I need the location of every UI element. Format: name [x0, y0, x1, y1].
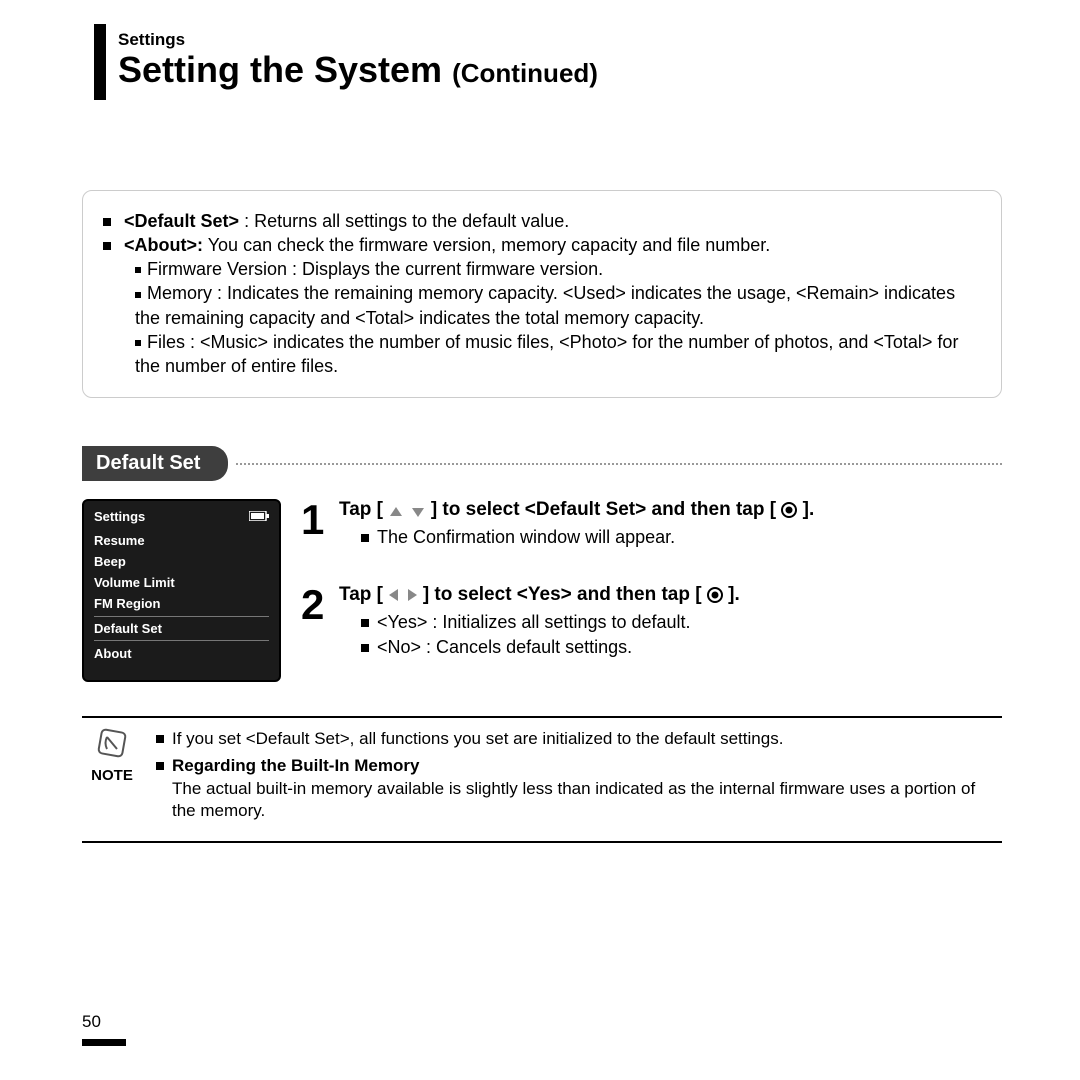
select-icon [781, 502, 797, 518]
step-2-yes: <Yes> : Initializes all settings to defa… [361, 612, 1002, 633]
menu-item-default-set: Default Set [94, 616, 269, 641]
battery-icon [249, 511, 269, 521]
title-main: Setting the System [118, 49, 442, 90]
note-line-2: Regarding the Built-In Memory The actual… [156, 755, 1002, 824]
page-number: 50 [82, 1012, 101, 1032]
device-title: Settings [94, 509, 145, 524]
page-title: Setting the System (Continued) [118, 50, 1002, 90]
select-icon [707, 587, 723, 603]
menu-item-fm-region: FM Region [94, 593, 269, 614]
bullet-icon [103, 218, 111, 226]
note-line-1: If you set <Default Set>, all functions … [156, 728, 1002, 751]
menu-item-about: About [94, 643, 269, 664]
bullet-icon [361, 534, 369, 542]
menu-item-beep: Beep [94, 551, 269, 572]
menu-item-resume: Resume [94, 530, 269, 551]
bullet-icon [156, 762, 164, 770]
title-continued: (Continued) [452, 58, 598, 88]
device-screen: Settings Resume Beep Volume Limit FM Reg… [82, 499, 281, 682]
info-sub-firmware: Firmware Version : Displays the current … [131, 257, 981, 281]
right-icon [406, 587, 418, 603]
step-2: 2 Tap [ ] to select <Yes> and then tap [… [301, 584, 1002, 658]
info-about: <About>: You can check the firmware vers… [103, 233, 981, 257]
steps: 1 Tap [ ] to select <Default Set> and th… [301, 499, 1002, 694]
left-icon [388, 587, 400, 603]
section-divider-dots [236, 462, 1002, 465]
bullet-icon [103, 242, 111, 250]
down-icon [410, 506, 426, 518]
bullet-icon [361, 644, 369, 652]
step-1-sub: The Confirmation window will appear. [361, 527, 1002, 548]
page-content: Settings Setting the System (Continued) … [82, 30, 1002, 843]
step-1: 1 Tap [ ] to select <Default Set> and th… [301, 499, 1002, 548]
section-heading: Default Set [82, 446, 228, 481]
note-box: NOTE If you set <Default Set>, all funct… [82, 716, 1002, 844]
bullet-icon [361, 619, 369, 627]
step-2-no: <No> : Cancels default settings. [361, 637, 1002, 658]
note-label: NOTE [82, 767, 142, 784]
default-set-text: : Returns all settings to the default va… [239, 211, 569, 231]
note-icon [97, 728, 127, 758]
step-2-number: 2 [301, 584, 339, 626]
bullet-sm-icon [135, 267, 141, 273]
menu-item-volume-limit: Volume Limit [94, 572, 269, 593]
about-label: <About>: [124, 235, 203, 255]
info-sub-memory: Memory : Indicates the remaining memory … [131, 281, 981, 330]
default-set-label: <Default Set> [124, 211, 239, 231]
note-line-2-body: The actual built-in memory available is … [172, 778, 1002, 824]
step-1-number: 1 [301, 499, 339, 541]
section-label: Settings [118, 30, 1002, 50]
info-default-set: <Default Set> : Returns all settings to … [103, 209, 981, 233]
info-box: <Default Set> : Returns all settings to … [82, 190, 1002, 398]
bullet-icon [156, 735, 164, 743]
up-icon [388, 506, 404, 518]
bullet-sm-icon [135, 340, 141, 346]
about-text: You can check the firmware version, memo… [203, 235, 770, 255]
section-heading-row: Default Set [82, 446, 1002, 481]
note-line-2-label: Regarding the Built-In Memory [172, 756, 419, 775]
device-menu-list: Resume Beep Volume Limit FM Region Defau… [94, 530, 269, 664]
step-2-title: Tap [ ] to select <Yes> and then tap [ ]… [339, 584, 1002, 606]
bullet-sm-icon [135, 292, 141, 298]
step-1-title: Tap [ ] to select <Default Set> and then… [339, 499, 1002, 521]
info-sub-files: Files : <Music> indicates the number of … [131, 330, 981, 379]
page-number-bar [82, 1039, 126, 1046]
